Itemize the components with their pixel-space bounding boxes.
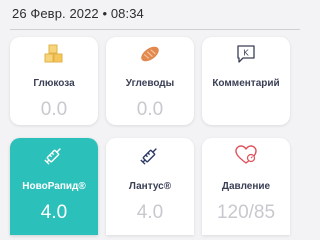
tile-pressure-value: 120/85 [216,202,276,223]
syringe-icon [106,144,194,166]
svg-text:K: K [243,49,249,58]
heart-pressure-icon [202,144,290,166]
entry-tiles-grid: Глюкоза 0.0 Углеводы 0.0 K Комментарий Н… [0,0,300,235]
tile-glucose-value: 0.0 [40,99,68,120]
sugar-cubes-icon [10,43,98,65]
tile-pressure-label: Давление [221,181,271,192]
tile-glucose[interactable]: Глюкоза 0.0 [10,37,98,125]
tile-pressure[interactable]: Давление 120/85 [202,138,290,235]
tile-carbs-label: Углеводы [125,78,175,89]
tile-lantus-label: Лантус® [128,181,172,192]
tile-carbs-value: 0.0 [136,99,164,120]
bread-icon [106,43,194,65]
tile-novorapid-value: 4.0 [40,202,68,223]
tile-novorapid-label: НовоРапид® [22,181,86,192]
tile-lantus[interactable]: Лантус® 4.0 [106,138,194,235]
tile-lantus-value: 4.0 [136,202,164,223]
tile-carbs[interactable]: Углеводы 0.0 [106,37,194,125]
syringe-icon [10,144,98,166]
tile-glucose-label: Глюкоза [33,78,75,89]
tile-comment-label: Комментарий [212,78,280,89]
tile-novorapid[interactable]: НовоРапид® 4.0 [10,138,98,235]
tile-comment[interactable]: K Комментарий [202,37,290,125]
comment-icon: K [202,43,290,65]
